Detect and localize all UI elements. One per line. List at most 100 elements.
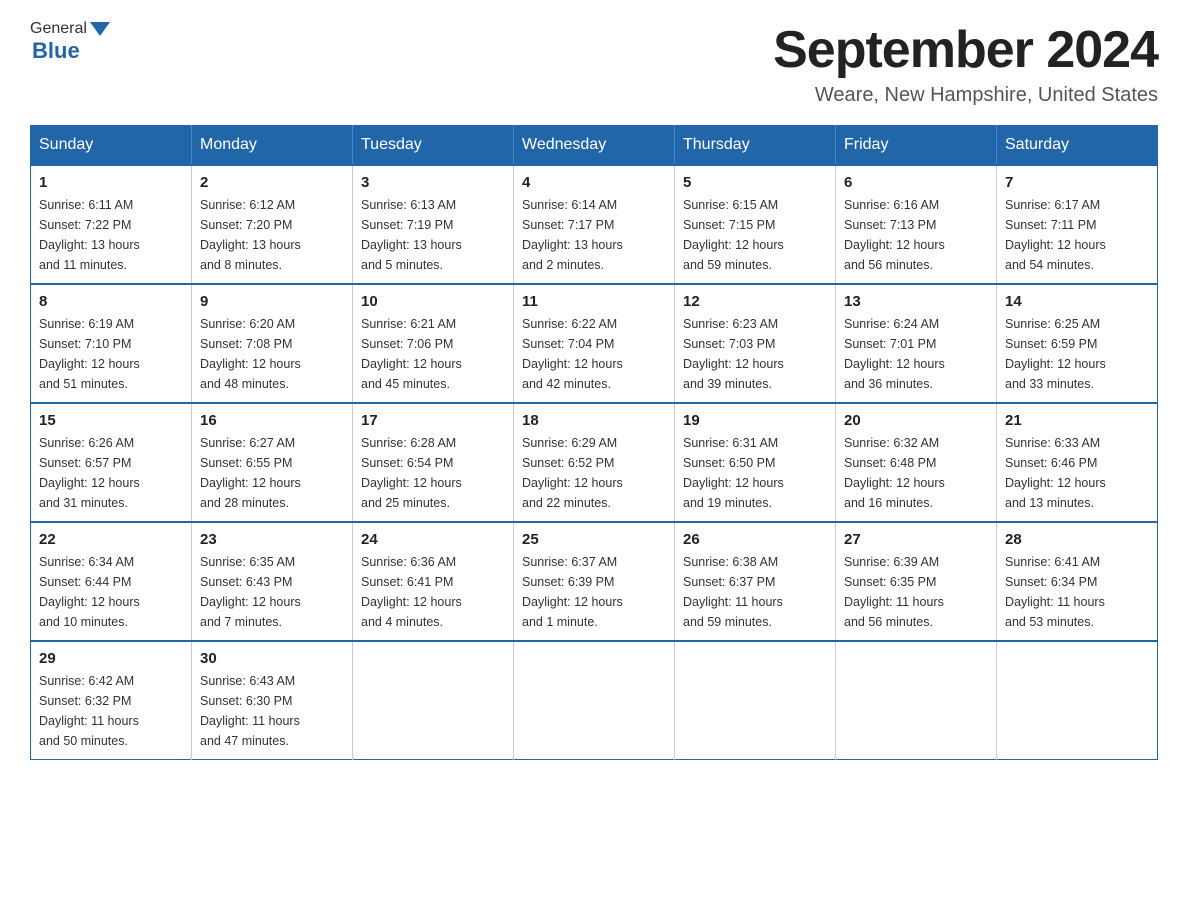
day-number: 24 xyxy=(361,531,505,548)
day-number: 11 xyxy=(522,293,666,310)
calendar-cell: 19Sunrise: 6:31 AMSunset: 6:50 PMDayligh… xyxy=(675,403,836,522)
day-number: 22 xyxy=(39,531,183,548)
day-info: Sunrise: 6:21 AMSunset: 7:06 PMDaylight:… xyxy=(361,314,505,394)
day-info: Sunrise: 6:41 AMSunset: 6:34 PMDaylight:… xyxy=(1005,552,1149,632)
day-info: Sunrise: 6:28 AMSunset: 6:54 PMDaylight:… xyxy=(361,433,505,513)
calendar-cell xyxy=(353,641,514,760)
calendar-cell: 20 Sunrise: 6:32 AMSunset: 6:48 PMDayligh… xyxy=(836,403,997,522)
calendar-cell: 18 Sunrise: 6:29 AMSunset: 6:52 PMDayligh… xyxy=(514,403,675,522)
calendar-cell: 1Sunrise: 6:11 AMSunset: 7:22 PMDaylight… xyxy=(31,165,192,284)
day-number: 17 xyxy=(361,412,505,429)
day-number: 16 xyxy=(200,412,344,429)
day-number: 3 xyxy=(361,174,505,191)
day-info: Sunrise: 6:20 AMSunset: 7:08 PMDaylight:… xyxy=(200,314,344,394)
calendar-cell: 25Sunrise: 6:37 AMSunset: 6:39 PMDayligh… xyxy=(514,522,675,641)
day-number: 30 xyxy=(200,650,344,667)
calendar-cell: 17 Sunrise: 6:28 AMSunset: 6:54 PMDayligh… xyxy=(353,403,514,522)
calendar-cell: 15 Sunrise: 6:26 AMSunset: 6:57 PMDayligh… xyxy=(31,403,192,522)
day-of-week-header: Tuesday xyxy=(353,126,514,166)
calendar-cell: 9 Sunrise: 6:20 AMSunset: 7:08 PMDaylight… xyxy=(192,284,353,403)
day-info: Sunrise: 6:42 AMSunset: 6:32 PMDaylight:… xyxy=(39,671,183,751)
day-info: Sunrise: 6:15 AMSunset: 7:15 PMDaylight:… xyxy=(683,195,827,275)
calendar-cell: 24Sunrise: 6:36 AMSunset: 6:41 PMDayligh… xyxy=(353,522,514,641)
day-info: Sunrise: 6:14 AMSunset: 7:17 PMDaylight:… xyxy=(522,195,666,275)
logo-blue-text: Blue xyxy=(32,38,80,63)
day-info: Sunrise: 6:17 AMSunset: 7:11 PMDaylight:… xyxy=(1005,195,1149,275)
day-number: 26 xyxy=(683,531,827,548)
calendar-cell: 14Sunrise: 6:25 AMSunset: 6:59 PMDayligh… xyxy=(997,284,1158,403)
calendar-cell xyxy=(836,641,997,760)
calendar-cell: 27 Sunrise: 6:39 AMSunset: 6:35 PMDayligh… xyxy=(836,522,997,641)
day-info: Sunrise: 6:13 AMSunset: 7:19 PMDaylight:… xyxy=(361,195,505,275)
calendar-week-row: 29 Sunrise: 6:42 AMSunset: 6:32 PMDayligh… xyxy=(31,641,1158,760)
day-number: 10 xyxy=(361,293,505,310)
title-area: September 2024 Weare, New Hampshire, Uni… xyxy=(773,20,1158,107)
calendar-cell xyxy=(675,641,836,760)
day-number: 18 xyxy=(522,412,666,429)
day-number: 2 xyxy=(200,174,344,191)
day-number: 28 xyxy=(1005,531,1149,548)
day-of-week-header: Saturday xyxy=(997,126,1158,166)
day-number: 8 xyxy=(39,293,183,310)
day-number: 20 xyxy=(844,412,988,429)
day-number: 9 xyxy=(200,293,344,310)
calendar-cell: 13Sunrise: 6:24 AMSunset: 7:01 PMDayligh… xyxy=(836,284,997,403)
day-number: 29 xyxy=(39,650,183,667)
day-of-week-header: Sunday xyxy=(31,126,192,166)
logo: General Blue xyxy=(30,20,110,64)
day-number: 4 xyxy=(522,174,666,191)
day-info: Sunrise: 6:31 AMSunset: 6:50 PMDaylight:… xyxy=(683,433,827,513)
day-info: Sunrise: 6:43 AMSunset: 6:30 PMDaylight:… xyxy=(200,671,344,751)
day-of-week-header: Wednesday xyxy=(514,126,675,166)
day-info: Sunrise: 6:19 AMSunset: 7:10 PMDaylight:… xyxy=(39,314,183,394)
calendar-cell: 23Sunrise: 6:35 AMSunset: 6:43 PMDayligh… xyxy=(192,522,353,641)
day-info: Sunrise: 6:23 AMSunset: 7:03 PMDaylight:… xyxy=(683,314,827,394)
day-info: Sunrise: 6:37 AMSunset: 6:39 PMDaylight:… xyxy=(522,552,666,632)
calendar-cell: 21 Sunrise: 6:33 AMSunset: 6:46 PMDayligh… xyxy=(997,403,1158,522)
day-info: Sunrise: 6:29 AMSunset: 6:52 PMDaylight:… xyxy=(522,433,666,513)
day-number: 14 xyxy=(1005,293,1149,310)
calendar-cell: 2 Sunrise: 6:12 AMSunset: 7:20 PMDaylight… xyxy=(192,165,353,284)
day-number: 21 xyxy=(1005,412,1149,429)
day-number: 15 xyxy=(39,412,183,429)
day-info: Sunrise: 6:27 AMSunset: 6:55 PMDaylight:… xyxy=(200,433,344,513)
day-number: 1 xyxy=(39,174,183,191)
calendar-cell: 6 Sunrise: 6:16 AMSunset: 7:13 PMDaylight… xyxy=(836,165,997,284)
day-number: 6 xyxy=(844,174,988,191)
day-number: 13 xyxy=(844,293,988,310)
day-info: Sunrise: 6:34 AMSunset: 6:44 PMDaylight:… xyxy=(39,552,183,632)
location-title: Weare, New Hampshire, United States xyxy=(773,84,1158,107)
calendar-cell: 30 Sunrise: 6:43 AMSunset: 6:30 PMDayligh… xyxy=(192,641,353,760)
calendar-cell: 10 Sunrise: 6:21 AMSunset: 7:06 PMDayligh… xyxy=(353,284,514,403)
calendar-cell: 3 Sunrise: 6:13 AMSunset: 7:19 PMDaylight… xyxy=(353,165,514,284)
day-info: Sunrise: 6:32 AMSunset: 6:48 PMDaylight:… xyxy=(844,433,988,513)
day-info: Sunrise: 6:39 AMSunset: 6:35 PMDaylight:… xyxy=(844,552,988,632)
calendar-cell: 16 Sunrise: 6:27 AMSunset: 6:55 PMDayligh… xyxy=(192,403,353,522)
day-number: 7 xyxy=(1005,174,1149,191)
day-info: Sunrise: 6:33 AMSunset: 6:46 PMDaylight:… xyxy=(1005,433,1149,513)
calendar-table: SundayMondayTuesdayWednesdayThursdayFrid… xyxy=(30,125,1158,760)
calendar-cell: 29 Sunrise: 6:42 AMSunset: 6:32 PMDayligh… xyxy=(31,641,192,760)
page-header: General Blue September 2024 Weare, New H… xyxy=(30,20,1158,107)
calendar-header-row: SundayMondayTuesdayWednesdayThursdayFrid… xyxy=(31,126,1158,166)
calendar-cell xyxy=(997,641,1158,760)
day-number: 27 xyxy=(844,531,988,548)
calendar-week-row: 1Sunrise: 6:11 AMSunset: 7:22 PMDaylight… xyxy=(31,165,1158,284)
day-number: 23 xyxy=(200,531,344,548)
day-of-week-header: Monday xyxy=(192,126,353,166)
day-info: Sunrise: 6:22 AMSunset: 7:04 PMDaylight:… xyxy=(522,314,666,394)
calendar-cell: 22 Sunrise: 6:34 AMSunset: 6:44 PMDayligh… xyxy=(31,522,192,641)
day-number: 12 xyxy=(683,293,827,310)
day-info: Sunrise: 6:12 AMSunset: 7:20 PMDaylight:… xyxy=(200,195,344,275)
day-info: Sunrise: 6:26 AMSunset: 6:57 PMDaylight:… xyxy=(39,433,183,513)
day-number: 5 xyxy=(683,174,827,191)
calendar-cell: 26 Sunrise: 6:38 AMSunset: 6:37 PMDayligh… xyxy=(675,522,836,641)
day-info: Sunrise: 6:38 AMSunset: 6:37 PMDaylight:… xyxy=(683,552,827,632)
day-of-week-header: Thursday xyxy=(675,126,836,166)
calendar-cell: 28 Sunrise: 6:41 AMSunset: 6:34 PMDayligh… xyxy=(997,522,1158,641)
day-info: Sunrise: 6:16 AMSunset: 7:13 PMDaylight:… xyxy=(844,195,988,275)
calendar-cell: 5 Sunrise: 6:15 AMSunset: 7:15 PMDaylight… xyxy=(675,165,836,284)
calendar-cell: 4 Sunrise: 6:14 AMSunset: 7:17 PMDaylight… xyxy=(514,165,675,284)
calendar-week-row: 8 Sunrise: 6:19 AMSunset: 7:10 PMDaylight… xyxy=(31,284,1158,403)
calendar-cell: 11 Sunrise: 6:22 AMSunset: 7:04 PMDayligh… xyxy=(514,284,675,403)
